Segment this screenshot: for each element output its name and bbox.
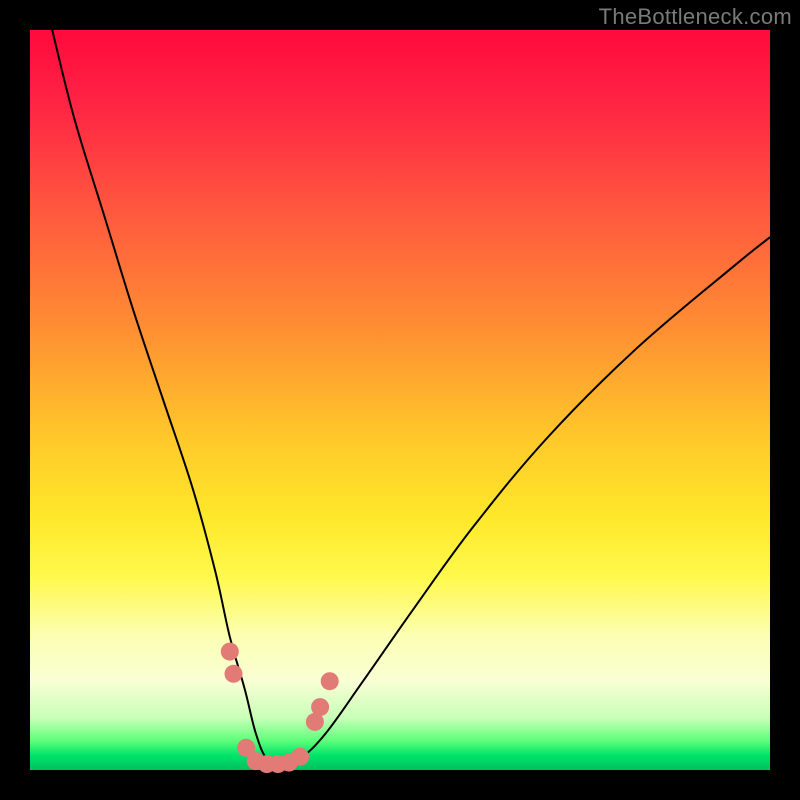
highlight-marker — [221, 643, 239, 661]
curve-layer — [30, 30, 770, 770]
watermark-text: TheBottleneck.com — [599, 4, 792, 30]
highlight-marker — [311, 698, 329, 716]
bottleneck-curve — [52, 30, 770, 766]
plot-area — [30, 30, 770, 770]
highlight-marker — [321, 672, 339, 690]
highlight-marker — [291, 748, 309, 766]
marker-group — [221, 643, 339, 774]
chart-frame: TheBottleneck.com — [0, 0, 800, 800]
highlight-marker — [225, 665, 243, 683]
